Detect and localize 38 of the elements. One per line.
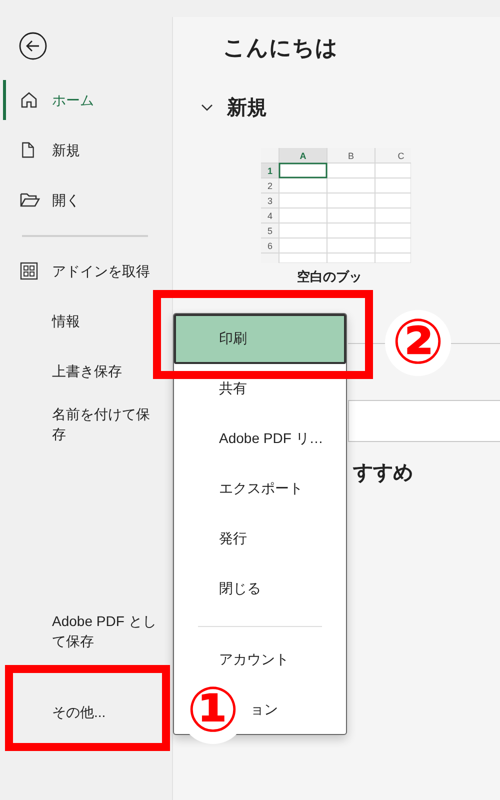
selected-cell	[278, 162, 328, 178]
row-header: 5	[268, 226, 272, 236]
menu-item[interactable]: ョン	[250, 685, 310, 735]
menu-item[interactable]: Adobe PDF リ…	[174, 414, 346, 464]
section-heading: すすめ	[353, 461, 413, 486]
back-icon[interactable]	[18, 31, 48, 61]
column-header: A	[300, 151, 306, 161]
sidebar-item[interactable]: ホーム	[0, 75, 172, 125]
template-caption: 空白のブッ	[297, 268, 362, 286]
sidebar-item[interactable]: 情報	[0, 296, 172, 346]
folder-icon	[20, 192, 40, 208]
row-header: 1	[268, 166, 272, 176]
sidebar-item[interactable]: 上書き保存	[0, 346, 172, 396]
chevron-icon[interactable]	[201, 104, 213, 112]
row-header: 2	[268, 181, 272, 191]
sidebar-item[interactable]: 新規	[0, 125, 172, 175]
home-icon	[20, 91, 38, 109]
grid-icon	[20, 262, 38, 280]
column-header: B	[348, 151, 354, 161]
menu-item[interactable]: 印刷	[174, 314, 346, 364]
sidebar-item[interactable]: 名前を付けて保存	[0, 396, 172, 452]
column-header: C	[398, 151, 404, 161]
menu-item[interactable]: 発行	[174, 514, 346, 564]
sidebar-item[interactable]: その他...	[0, 687, 172, 737]
menu-item[interactable]: エクスポート	[174, 464, 346, 514]
document-icon	[20, 141, 36, 159]
row-header: 6	[268, 241, 272, 251]
blank-workbook-thumbnail[interactable]: A B C 1 2 3 4 5 6	[261, 148, 411, 263]
sidebar-item[interactable]: Adobe PDF として保存	[0, 603, 172, 659]
section-heading: 新規	[227, 96, 267, 121]
menu-item[interactable]: 閉じる	[174, 564, 346, 614]
search-field[interactable]	[348, 400, 500, 442]
menu-item[interactable]: 共有	[174, 364, 346, 414]
sidebar-item[interactable]: アドインを取得	[0, 246, 172, 296]
greeting-heading: こんにちは	[223, 34, 339, 62]
sidebar-item[interactable]: 開く	[0, 175, 172, 225]
row-header: 4	[268, 211, 272, 221]
row-header: 3	[268, 196, 272, 206]
